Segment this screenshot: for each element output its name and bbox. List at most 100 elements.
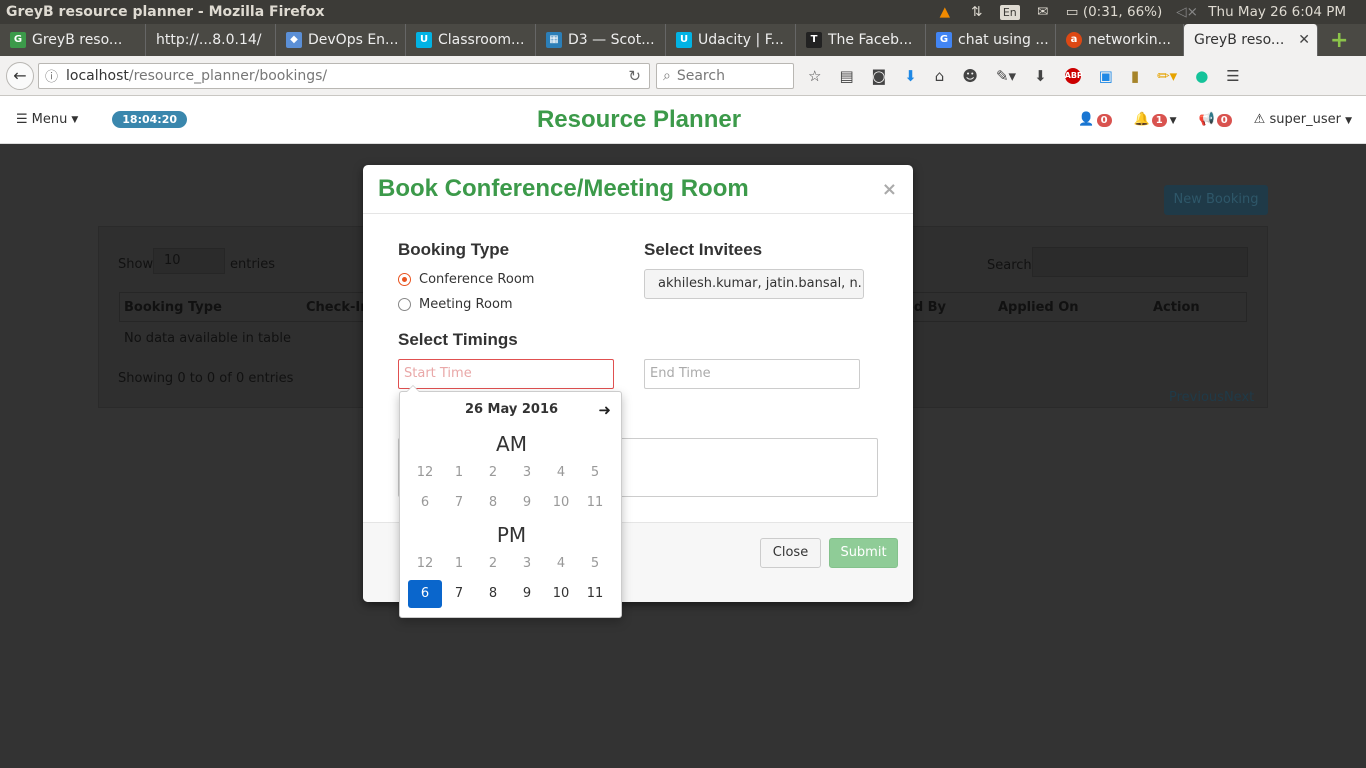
start-time-input[interactable]: Start Time bbox=[398, 359, 614, 389]
tab-udacity[interactable]: U Udacity | F... bbox=[666, 24, 796, 56]
browser-tab-bar: G GreyB reso... http://...8.0.14/ ◆ DevOps… bbox=[0, 24, 1366, 56]
col-check-in[interactable]: Check-In bbox=[306, 300, 369, 315]
adblock-icon[interactable]: ABP bbox=[1064, 67, 1083, 84]
user-menu[interactable]: ⚠ super_user ▼ bbox=[1254, 112, 1352, 127]
hour-cell: 5 bbox=[590, 465, 600, 480]
mail-icon[interactable]: ✉ bbox=[1034, 4, 1052, 20]
modal-close-icon[interactable]: × bbox=[882, 179, 897, 200]
back-icon[interactable]: ← bbox=[6, 61, 34, 90]
chat-icon[interactable]: ☻ bbox=[962, 67, 978, 85]
caret-down-icon: ▼ bbox=[1166, 116, 1177, 126]
pocket-icon[interactable]: ◙ bbox=[872, 67, 887, 85]
reload-icon[interactable]: ↻ bbox=[628, 67, 641, 85]
clock-datetime[interactable]: Thu May 26 6:04 PM bbox=[1208, 4, 1346, 20]
users-button[interactable]: 👤 0 bbox=[1078, 112, 1112, 127]
tab-greyb-active[interactable]: GreyB reso... ✕ bbox=[1184, 24, 1318, 56]
download-icon[interactable]: ⬇ bbox=[904, 67, 917, 85]
radio-label: Conference Room bbox=[419, 272, 535, 287]
caret-down-icon: ▼ bbox=[1345, 116, 1352, 126]
am-hours-row-2: 6 7 8 9 10 11 bbox=[408, 489, 614, 517]
pencil-icon[interactable]: ✏▾ bbox=[1157, 67, 1177, 85]
keyboard-indicator[interactable]: En bbox=[999, 4, 1020, 20]
screenshot-icon[interactable]: ▣ bbox=[1099, 67, 1113, 85]
table-search-input[interactable] bbox=[1032, 247, 1248, 277]
tab-devops[interactable]: ◆ DevOps En... bbox=[276, 24, 406, 56]
extension-icon[interactable]: ✎▾ bbox=[996, 67, 1016, 85]
reading-list-icon[interactable]: ▤ bbox=[839, 67, 853, 85]
tab-label: networkin... bbox=[1088, 32, 1171, 48]
hour-cell[interactable]: 10 bbox=[544, 580, 578, 608]
notes-icon[interactable]: ▮ bbox=[1131, 67, 1139, 85]
udacity-icon: U bbox=[676, 32, 692, 48]
network-icon[interactable]: ⇅ bbox=[968, 4, 986, 20]
table-info: Showing 0 to 0 of 0 entries bbox=[118, 371, 294, 386]
announcements-button[interactable]: 📢 0 bbox=[1199, 112, 1232, 127]
hour-cell: 3 bbox=[522, 465, 532, 480]
radio-label: Meeting Room bbox=[419, 297, 513, 312]
close-button[interactable]: Close bbox=[760, 538, 821, 568]
entries-label: entries bbox=[230, 257, 276, 272]
hour-cell[interactable]: 11 bbox=[578, 580, 612, 608]
nyt-icon: T bbox=[806, 32, 822, 48]
hour-cell: 10 bbox=[552, 495, 570, 510]
hour-cell: 4 bbox=[556, 465, 566, 480]
hour-cell[interactable]: 9 bbox=[510, 580, 544, 608]
home-icon[interactable]: ⌂ bbox=[935, 67, 945, 85]
notifications-button[interactable]: 🔔 1 ▼ bbox=[1134, 112, 1177, 127]
tab-networking[interactable]: a networkin... bbox=[1056, 24, 1184, 56]
tab-d3[interactable]: ▦ D3 — Scot... bbox=[536, 24, 666, 56]
hour-cell: 7 bbox=[454, 495, 464, 510]
save-icon[interactable]: ⬇ bbox=[1034, 67, 1047, 85]
hour-cell: 12 bbox=[416, 556, 434, 571]
bell-icon: 🔔 bbox=[1133, 112, 1150, 127]
battery-indicator[interactable]: ▭ (0:31, 66%) bbox=[1066, 4, 1163, 20]
empty-table-text: No data available in table bbox=[124, 331, 291, 346]
tab-label: chat using ... bbox=[958, 32, 1049, 48]
hour-cell: 3 bbox=[522, 556, 532, 571]
new-tab-icon[interactable]: + bbox=[1318, 26, 1360, 56]
notif-badge: 1 bbox=[1151, 114, 1167, 127]
toolbar-icons: ☆ ▤ ◙ ⬇ ⌂ ☻ ✎▾ ⬇ ABP ▣ ▮ ✏▾ ● ☰ bbox=[808, 67, 1240, 85]
radio-meeting-room[interactable]: Meeting Room bbox=[398, 297, 513, 312]
browser-search-input[interactable]: ⌕ Search bbox=[656, 62, 794, 89]
url-bar[interactable]: ⓘ localhost/resource_planner/bookings/ ↻ bbox=[38, 62, 650, 89]
info-icon[interactable]: ⓘ bbox=[45, 66, 58, 85]
hour-cell: 2 bbox=[488, 556, 498, 571]
new-booking-button[interactable]: New Booking bbox=[1164, 185, 1268, 215]
greyb-icon: G bbox=[10, 32, 26, 48]
grammarly-icon[interactable]: ● bbox=[1195, 67, 1208, 85]
warning-icon: ⚠ bbox=[1253, 112, 1266, 127]
col-booking-type[interactable]: Booking Type bbox=[124, 300, 222, 315]
window-title: GreyB resource planner - Mozilla Firefox bbox=[6, 4, 325, 20]
submit-button[interactable]: Submit bbox=[829, 538, 898, 568]
hour-cell: 2 bbox=[488, 465, 498, 480]
tab-classroom[interactable]: U Classroom... bbox=[406, 24, 536, 56]
hour-cell: 6 bbox=[420, 495, 430, 510]
next-day-arrow-icon[interactable]: ➜ bbox=[598, 401, 611, 419]
entries-select[interactable]: 10 bbox=[153, 248, 225, 274]
next-link[interactable]: Next bbox=[1224, 390, 1254, 405]
col-action[interactable]: Action bbox=[1153, 300, 1200, 315]
tab-facebook-nyt[interactable]: T The Faceb... bbox=[796, 24, 926, 56]
tab-ip[interactable]: http://...8.0.14/ bbox=[146, 24, 276, 56]
hour-cell[interactable]: 8 bbox=[476, 580, 510, 608]
hour-cell[interactable]: 7 bbox=[442, 580, 476, 608]
tab-label: DevOps En... bbox=[308, 32, 399, 48]
picker-date: 26 May 2016 bbox=[464, 402, 559, 417]
tab-greyb[interactable]: G GreyB reso... bbox=[0, 24, 146, 56]
vlc-icon[interactable]: ▲ bbox=[936, 4, 954, 20]
timings-label: Select Timings bbox=[398, 330, 518, 349]
tab-chat[interactable]: Gchat using ... bbox=[926, 24, 1056, 56]
volume-icon[interactable]: ◁× bbox=[1176, 4, 1198, 20]
tab-label: D3 — Scot... bbox=[568, 32, 655, 48]
am-label: AM bbox=[496, 432, 527, 456]
bookmark-star-icon[interactable]: ☆ bbox=[808, 67, 821, 85]
hamburger-menu-icon[interactable]: ☰ bbox=[1226, 67, 1239, 85]
close-tab-icon[interactable]: ✕ bbox=[1298, 32, 1310, 48]
hour-cell-selected[interactable]: 6 bbox=[408, 580, 442, 608]
end-time-input[interactable]: End Time bbox=[644, 359, 860, 389]
col-applied-on[interactable]: Applied On bbox=[998, 300, 1079, 315]
invitees-select[interactable]: akhilesh.kumar, jatin.bansal, n... bbox=[644, 269, 864, 299]
previous-link[interactable]: Previous bbox=[1169, 390, 1224, 405]
radio-conference-room[interactable]: Conference Room bbox=[398, 272, 534, 287]
